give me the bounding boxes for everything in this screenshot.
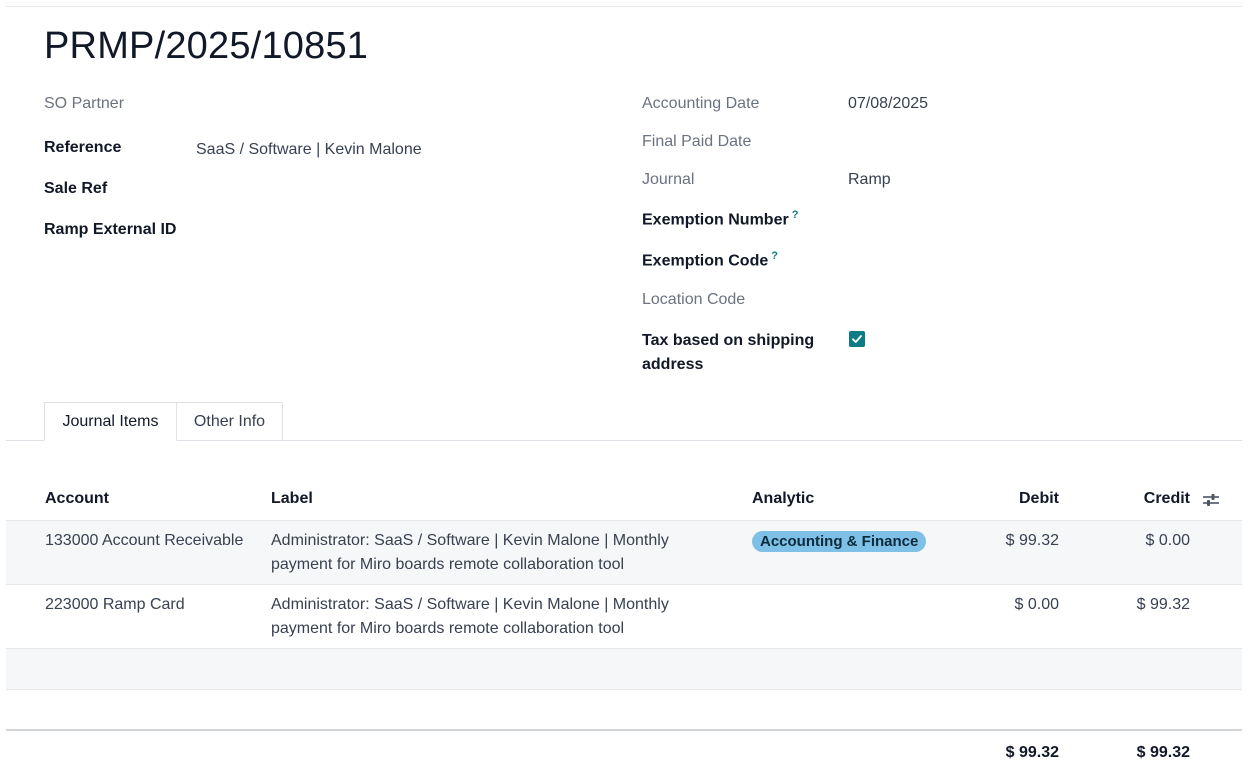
column-header-account[interactable]: Account [45,490,109,508]
journal-label: Journal [642,171,695,188]
column-header-label[interactable]: Label [271,490,313,508]
debit-cell: $ 0.00 [1014,596,1059,613]
label-line: Administrator: SaaS / Software | Kevin M… [271,596,669,613]
tab-other-info[interactable]: Other Info [176,402,283,441]
column-header-credit[interactable]: Credit [1090,490,1190,508]
analytic-tag[interactable]: Accounting & Finance [752,531,927,552]
exemption-number-label: Exemption Number? [642,209,798,229]
journal-field[interactable]: Ramp [848,171,891,189]
column-header-debit[interactable]: Debit [959,490,1059,508]
label-cell: Administrator: SaaS / Software | Kevin M… [271,529,741,577]
tax-shipping-label: Tax based on shipping address [642,329,814,377]
accounting-date-field[interactable]: 07/08/2025 [848,95,928,113]
location-code-label: Location Code [642,291,746,308]
account-cell: 223000 Ramp Card [45,596,185,613]
column-header-analytic[interactable]: Analytic [752,490,814,508]
credit-cell: $ 0.00 [1145,532,1190,549]
so-partner-label: SO Partner [44,95,125,112]
final-paid-date-label: Final Paid Date [642,133,752,150]
totals-divider [6,729,1242,731]
sale-ref-label: Sale Ref [44,180,108,197]
label-line: payment for Miro boards remote collabora… [271,556,625,573]
account-cell: 133000 Account Receivable [45,532,244,549]
tax-shipping-label-line1: Tax based on shipping [642,332,815,349]
total-credit: $ 99.32 [1136,744,1190,761]
page-title: PRMP/2025/10851 [44,25,369,67]
total-debit: $ 99.32 [1005,744,1059,761]
label-cell: Administrator: SaaS / Software | Kevin M… [271,593,741,641]
tax-shipping-checkbox[interactable] [849,331,865,347]
help-icon[interactable]: ? [792,209,799,221]
reference-label: Reference [44,139,122,156]
journal-entry-form: PRMP/2025/10851 SO Partner Reference Saa… [6,6,1242,773]
debit-cell: $ 99.32 [1005,532,1059,549]
column-settings-icon[interactable] [1202,491,1220,509]
ramp-external-id-label: Ramp External ID [44,221,177,238]
label-line: payment for Miro boards remote collabora… [271,620,625,637]
help-icon[interactable]: ? [771,250,778,262]
label-line: Administrator: SaaS / Software | Kevin M… [271,532,669,549]
credit-cell: $ 99.32 [1136,596,1190,613]
empty-row[interactable] [6,689,1242,729]
table-row[interactable]: 223000 Ramp Card Administrator: SaaS / S… [6,584,1242,648]
accounting-date-label: Accounting Date [642,95,760,112]
table-row[interactable]: 133000 Account Receivable Administrator:… [6,520,1242,584]
reference-field[interactable]: SaaS / Software | Kevin Malone [196,141,422,159]
exemption-number-text: Exemption Number [642,211,789,229]
exemption-code-label: Exemption Code? [642,250,778,270]
tax-shipping-label-line2: address [642,356,704,373]
empty-row[interactable] [6,648,1242,689]
checkmark-icon [852,335,862,343]
tab-journal-items[interactable]: Journal Items [44,402,177,441]
exemption-code-text: Exemption Code [642,252,769,270]
